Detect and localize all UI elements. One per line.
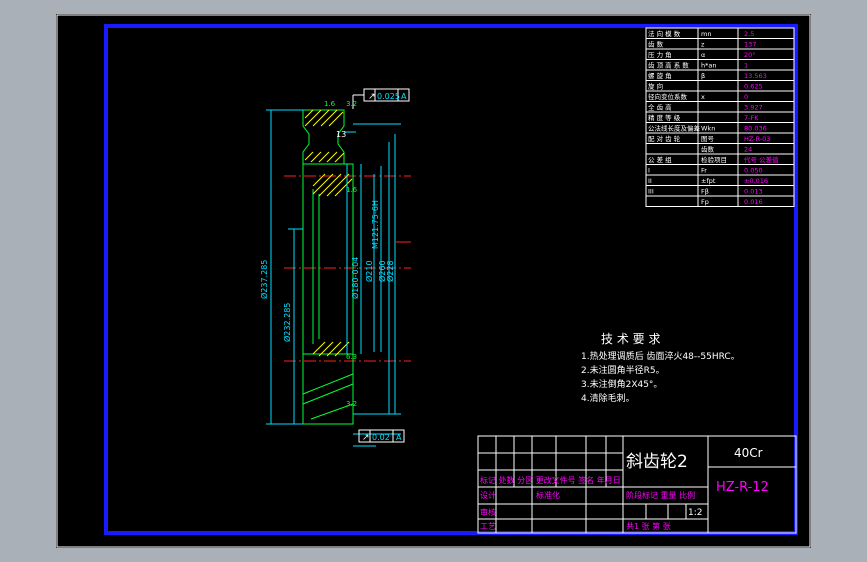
param-label: III	[648, 188, 654, 196]
param-value: ±0.016	[744, 177, 768, 185]
gear-parameter-table: 法 向 模 数 mn 2.5 齿 数 z 137 压 力 角 α 20° 齿 顶 高 系 数 h*a…	[645, 27, 795, 207]
dim-thread: M121.75-6H	[371, 200, 380, 249]
param-value: 0.050	[744, 167, 763, 175]
sheet-border	[56, 14, 811, 548]
dim-width: 13	[336, 130, 346, 139]
tech-heading: 技 术 要 求	[601, 332, 660, 346]
param-symbol: Fr	[701, 167, 707, 175]
param-label: 精 度 等 级	[648, 113, 681, 122]
param-symbol: ±fpt	[701, 177, 716, 185]
dim-root-diameter: Ø232.285	[282, 303, 292, 342]
param-value: 2.5	[744, 30, 754, 38]
drawing-frame	[104, 24, 798, 535]
param-value: 80.036	[744, 125, 767, 133]
tech-item: 3.未注倒角2X45°。	[581, 378, 662, 390]
drawing-code: HZ-R-12	[716, 480, 769, 495]
part-section-view: ↗ 0.025 A ↗ 0.02 A Ø237.285 Ø232.285 Ø18…	[259, 88, 411, 447]
roughness-mark: 3.2	[346, 400, 357, 408]
svg-text:↗: ↗	[368, 92, 376, 102]
runout-callout-bottom: ↗ 0.02 A	[358, 429, 405, 443]
param-value: 24	[744, 146, 752, 154]
tb-sheets: 共1 张 第 张	[626, 521, 671, 531]
param-value: 0.625	[744, 83, 763, 91]
param-symbol: β	[701, 72, 705, 80]
technical-requirements: 技 术 要 求 1.热处理调质后 齿面淬火48--55HRC。 2.未注圆角半径…	[581, 332, 740, 404]
part-title: 斜齿轮2	[626, 452, 688, 472]
section-hatch	[304, 109, 353, 357]
scale: 1:2	[688, 508, 702, 518]
param-symbol: α	[701, 51, 705, 59]
param-symbol: mn	[701, 30, 711, 38]
param-symbol: Fβ	[701, 188, 709, 196]
helix-line	[302, 373, 354, 395]
param-value: 0	[744, 93, 748, 101]
title-block: 斜齿轮2 40Cr HZ-R-12 1:2 标记 处数 分区 更改文件号 签名 …	[477, 435, 797, 534]
param-label: 齿 数	[648, 40, 664, 49]
param-value: 3.927	[744, 104, 763, 112]
param-label: 全 齿 高	[648, 103, 672, 112]
param-symbol: Wkn	[701, 125, 715, 133]
param-label: II	[648, 177, 652, 185]
param-value: 137	[744, 41, 756, 49]
param-value: HZ-R-03	[744, 135, 770, 143]
param-symbol: z	[701, 41, 705, 49]
param-value: 1	[744, 62, 748, 70]
param-symbol: 检验项目	[701, 155, 727, 164]
tech-item: 2.未注圆角半径R5。	[581, 364, 665, 376]
tb-standard: 标准化	[536, 490, 560, 500]
svg-text:A: A	[401, 92, 407, 101]
rim-lower	[302, 353, 354, 425]
param-symbol: Fp	[701, 198, 709, 206]
param-label: 压 力 角	[648, 50, 672, 59]
tb-row1: 标记 处数 分区 更改文件号 签名 年月日	[480, 475, 621, 485]
param-value: 0.013	[744, 188, 763, 196]
dim-bore: Ø180-0.04	[350, 257, 360, 299]
runout-callout-top: ↗ 0.025 A	[352, 88, 410, 109]
param-label: 径向变位系数	[648, 92, 688, 101]
dim-210: Ø210	[364, 260, 374, 282]
tb-stage: 阶段标记 重量 比例	[626, 490, 695, 500]
roughness-mark: 1.6	[346, 186, 358, 194]
tb-craft: 工艺	[480, 522, 496, 531]
param-label: I	[648, 167, 650, 175]
svg-text:↗: ↗	[362, 433, 370, 443]
roughness-mark: 1.6	[324, 100, 336, 108]
param-label: 法 向 模 数	[648, 29, 681, 38]
param-label: 齿 顶 高 系 数	[648, 61, 689, 70]
material: 40Cr	[734, 446, 763, 460]
param-label: 旋 向	[648, 82, 663, 91]
param-label: 配 对 齿 轮	[648, 134, 681, 143]
param-label: 公法线长度及偏差	[648, 124, 701, 133]
svg-text:0.025: 0.025	[377, 92, 400, 101]
tb-check: 审核	[480, 507, 496, 517]
roughness-mark: 6.3	[346, 353, 357, 361]
dim-tip-diameter: Ø237.285	[259, 260, 269, 299]
param-symbol: x	[701, 93, 705, 101]
drawing-sheet: ↗ 0.025 A ↗ 0.02 A Ø237.285 Ø232.285 Ø18…	[56, 14, 811, 548]
param-symbol: 齿数	[701, 145, 715, 154]
param-symbol: h*an	[701, 62, 716, 70]
param-value: 代号 公差值	[744, 155, 779, 164]
dim-228: Ø228	[385, 260, 395, 282]
tech-item: 1.热处理调质后 齿面淬火48--55HRC。	[581, 350, 740, 362]
param-value: 13.563	[744, 72, 767, 80]
svg-text:0.02: 0.02	[372, 433, 390, 442]
tb-design: 设计	[480, 490, 496, 500]
param-value: 7-FK	[744, 114, 759, 122]
param-symbol: 图号	[701, 135, 715, 143]
roughness-mark: 3.2	[346, 100, 357, 108]
param-value: 0.016	[744, 198, 763, 206]
tech-item: 4.清除毛刺。	[581, 392, 635, 404]
param-value: 20°	[744, 51, 756, 59]
drawing-canvas: ↗ 0.025 A ↗ 0.02 A Ø237.285 Ø232.285 Ø18…	[56, 14, 811, 548]
param-label: 螺 旋 角	[648, 71, 672, 80]
svg-text:A: A	[396, 433, 402, 442]
param-label: 公 差 组	[648, 155, 672, 164]
